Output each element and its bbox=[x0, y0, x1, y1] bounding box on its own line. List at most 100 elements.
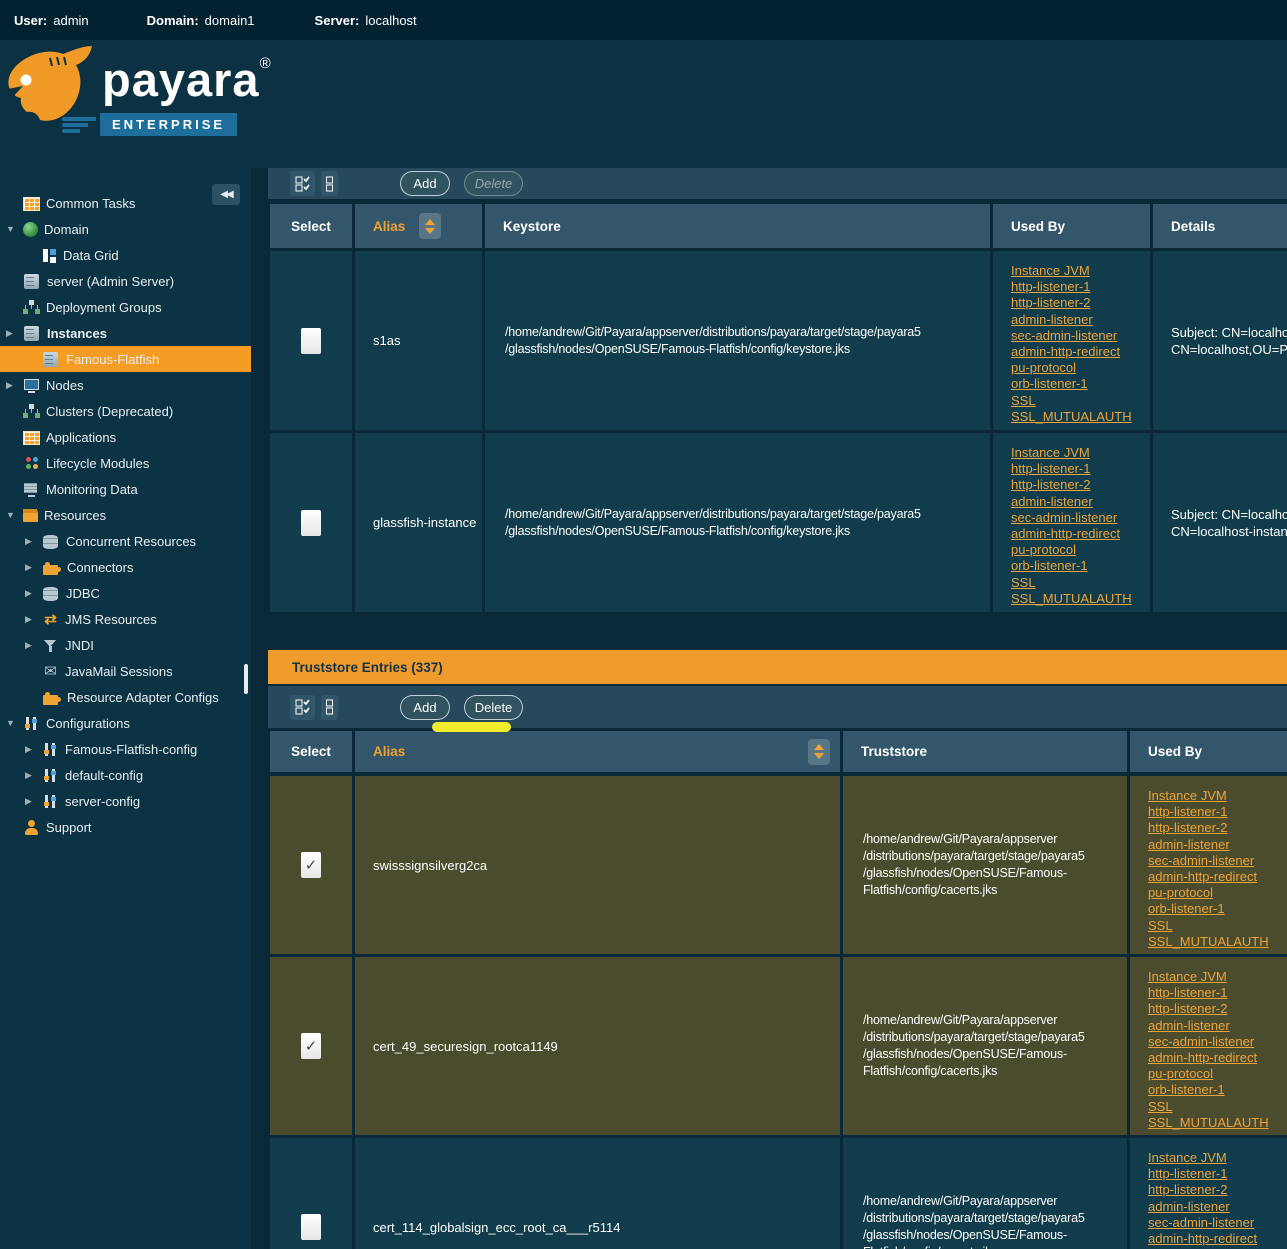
deselect-all-rows-button[interactable] bbox=[321, 695, 338, 720]
used-by-link-sec-admin-listener[interactable]: sec-admin-listener bbox=[1148, 1034, 1254, 1050]
used-by-link-ssl[interactable]: SSL bbox=[1148, 1099, 1173, 1115]
used-by-link-admin-http-redirect[interactable]: admin-http-redirect bbox=[1148, 1231, 1257, 1247]
used-by-link-http-listener-2[interactable]: http-listener-2 bbox=[1011, 477, 1090, 493]
used-by-link-admin-listener[interactable]: admin-listener bbox=[1011, 312, 1093, 328]
sidebar-item-jms-resources[interactable]: ▶⇄JMS Resources bbox=[0, 606, 251, 632]
alias-sort-button[interactable] bbox=[808, 739, 830, 765]
sidebar-item-connectors[interactable]: ▶Connectors bbox=[0, 554, 251, 580]
used-by-link-orb-listener-1[interactable]: orb-listener-1 bbox=[1011, 558, 1088, 574]
keystore-delete-button[interactable]: Delete bbox=[464, 171, 523, 196]
truststore-add-button[interactable]: Add bbox=[400, 695, 450, 720]
row-checkbox[interactable]: ✓ bbox=[301, 852, 321, 878]
alias-sort-button[interactable] bbox=[419, 213, 441, 239]
used-by-link-ssl[interactable]: SSL bbox=[1011, 393, 1036, 409]
used-by-link-http-listener-1[interactable]: http-listener-1 bbox=[1148, 1166, 1227, 1182]
sidebar-item-server-config[interactable]: ▶server-config bbox=[0, 788, 251, 814]
used-by-link-instance-jvm[interactable]: Instance JVM bbox=[1148, 1150, 1227, 1166]
used-by-link-pu-protocol[interactable]: pu-protocol bbox=[1011, 360, 1076, 376]
sidebar-item-lifecycle-modules[interactable]: Lifecycle Modules bbox=[0, 450, 251, 476]
deselect-all-rows-button[interactable] bbox=[321, 171, 338, 196]
sidebar-item-resource-adapter-configs[interactable]: Resource Adapter Configs bbox=[0, 684, 251, 710]
used-by-link-orb-listener-1[interactable]: orb-listener-1 bbox=[1011, 376, 1088, 392]
select-all-rows-button[interactable] bbox=[290, 695, 315, 720]
used-by-link-instance-jvm[interactable]: Instance JVM bbox=[1148, 788, 1227, 804]
used-by-link-admin-http-redirect[interactable]: admin-http-redirect bbox=[1011, 344, 1120, 360]
used-by-link-admin-http-redirect[interactable]: admin-http-redirect bbox=[1148, 1050, 1257, 1066]
sidebar-collapse-button[interactable]: ◀◀ bbox=[212, 184, 240, 205]
used-by-link-admin-listener[interactable]: admin-listener bbox=[1148, 1199, 1230, 1215]
sidebar-item-jndi[interactable]: ▶JNDI bbox=[0, 632, 251, 658]
used-by-link-ssl[interactable]: SSL bbox=[1148, 918, 1173, 934]
sidebar-item-monitoring-data[interactable]: Monitoring Data bbox=[0, 476, 251, 502]
sidebar-item-default-config[interactable]: ▶default-config bbox=[0, 762, 251, 788]
sidebar-item-resources[interactable]: ▼Resources bbox=[0, 502, 251, 528]
row-checkbox[interactable] bbox=[301, 510, 321, 536]
used-by-link-ssl-mutualauth[interactable]: SSL_MUTUALAUTH bbox=[1148, 934, 1269, 950]
tree-collapsed-arrow-icon[interactable]: ▶ bbox=[25, 796, 42, 807]
sidebar-item-deployment-groups[interactable]: Deployment Groups bbox=[0, 294, 251, 320]
used-by-link-sec-admin-listener[interactable]: sec-admin-listener bbox=[1148, 853, 1254, 869]
tree-collapsed-arrow-icon[interactable]: ▶ bbox=[25, 536, 42, 547]
tree-expanded-arrow-icon[interactable]: ▼ bbox=[6, 224, 23, 234]
used-by-link-sec-admin-listener[interactable]: sec-admin-listener bbox=[1011, 328, 1117, 344]
used-by-link-http-listener-2[interactable]: http-listener-2 bbox=[1148, 820, 1227, 836]
tree-collapsed-arrow-icon[interactable]: ▶ bbox=[25, 562, 42, 573]
tree-collapsed-arrow-icon[interactable]: ▶ bbox=[25, 640, 42, 651]
used-by-link-orb-listener-1[interactable]: orb-listener-1 bbox=[1148, 1082, 1225, 1098]
sidebar-scrollbar-thumb[interactable] bbox=[244, 664, 248, 694]
tree-expanded-arrow-icon[interactable]: ▼ bbox=[6, 718, 23, 728]
used-by-link-http-listener-1[interactable]: http-listener-1 bbox=[1011, 461, 1090, 477]
sidebar-item-nodes[interactable]: ▶Nodes bbox=[0, 372, 251, 398]
sidebar-item-configurations[interactable]: ▼Configurations bbox=[0, 710, 251, 736]
used-by-link-admin-listener[interactable]: admin-listener bbox=[1011, 494, 1093, 510]
sidebar-item-support[interactable]: Support bbox=[0, 814, 251, 840]
used-by-link-orb-listener-1[interactable]: orb-listener-1 bbox=[1148, 901, 1225, 917]
tree-collapsed-arrow-icon[interactable]: ▶ bbox=[25, 770, 42, 781]
sidebar-item-domain[interactable]: ▼Domain bbox=[0, 216, 251, 242]
used-by-link-ssl[interactable]: SSL bbox=[1011, 575, 1036, 591]
used-by-link-admin-listener[interactable]: admin-listener bbox=[1148, 1018, 1230, 1034]
select-all-rows-button[interactable] bbox=[290, 171, 315, 196]
used-by-link-instance-jvm[interactable]: Instance JVM bbox=[1011, 263, 1090, 279]
used-by-link-instance-jvm[interactable]: Instance JVM bbox=[1148, 969, 1227, 985]
used-by-link-sec-admin-listener[interactable]: sec-admin-listener bbox=[1148, 1215, 1254, 1231]
tree-collapsed-arrow-icon[interactable]: ▶ bbox=[25, 744, 42, 755]
used-by-link-admin-http-redirect[interactable]: admin-http-redirect bbox=[1148, 869, 1257, 885]
used-by-link-instance-jvm[interactable]: Instance JVM bbox=[1011, 445, 1090, 461]
keystore-add-button[interactable]: Add bbox=[400, 171, 450, 196]
tree-collapsed-arrow-icon[interactable]: ▶ bbox=[6, 328, 23, 339]
row-checkbox[interactable]: ✓ bbox=[301, 1033, 321, 1059]
used-by-link-pu-protocol[interactable]: pu-protocol bbox=[1148, 1066, 1213, 1082]
sidebar-item-famous-flatfish-config[interactable]: ▶Famous-Flatfish-config bbox=[0, 736, 251, 762]
sidebar-item-jdbc[interactable]: ▶JDBC bbox=[0, 580, 251, 606]
used-by-link-http-listener-2[interactable]: http-listener-2 bbox=[1148, 1182, 1227, 1198]
sidebar-item-server-admin-server[interactable]: server (Admin Server) bbox=[0, 268, 251, 294]
sidebar-item-instances[interactable]: ▶Instances bbox=[0, 320, 251, 346]
used-by-link-ssl-mutualauth[interactable]: SSL_MUTUALAUTH bbox=[1011, 591, 1132, 607]
tree-expanded-arrow-icon[interactable]: ▼ bbox=[6, 510, 23, 520]
used-by-link-admin-http-redirect[interactable]: admin-http-redirect bbox=[1011, 526, 1120, 542]
used-by-link-http-listener-1[interactable]: http-listener-1 bbox=[1148, 985, 1227, 1001]
used-by-link-http-listener-2[interactable]: http-listener-2 bbox=[1148, 1001, 1227, 1017]
sidebar-item-applications[interactable]: Applications bbox=[0, 424, 251, 450]
sidebar-item-concurrent-resources[interactable]: ▶Concurrent Resources bbox=[0, 528, 251, 554]
tree-collapsed-arrow-icon[interactable]: ▶ bbox=[25, 614, 42, 625]
used-by-link-pu-protocol[interactable]: pu-protocol bbox=[1011, 542, 1076, 558]
sidebar-item-clusters-deprecated[interactable]: Clusters (Deprecated) bbox=[0, 398, 251, 424]
sidebar-item-famous-flatfish[interactable]: Famous-Flatfish bbox=[0, 346, 251, 372]
truststore-delete-button[interactable]: Delete bbox=[464, 695, 523, 720]
row-checkbox[interactable] bbox=[301, 1214, 321, 1240]
used-by-link-http-listener-1[interactable]: http-listener-1 bbox=[1011, 279, 1090, 295]
used-by-link-http-listener-2[interactable]: http-listener-2 bbox=[1011, 295, 1090, 311]
used-by-link-admin-listener[interactable]: admin-listener bbox=[1148, 837, 1230, 853]
sidebar-item-data-grid[interactable]: Data Grid bbox=[0, 242, 251, 268]
sidebar-item-javamail-sessions[interactable]: ✉JavaMail Sessions bbox=[0, 658, 251, 684]
used-by-link-http-listener-1[interactable]: http-listener-1 bbox=[1148, 804, 1227, 820]
used-by-link-ssl-mutualauth[interactable]: SSL_MUTUALAUTH bbox=[1148, 1115, 1269, 1131]
used-by-link-pu-protocol[interactable]: pu-protocol bbox=[1148, 885, 1213, 901]
used-by-link-sec-admin-listener[interactable]: sec-admin-listener bbox=[1011, 510, 1117, 526]
tree-collapsed-arrow-icon[interactable]: ▶ bbox=[6, 380, 23, 391]
used-by-link-ssl-mutualauth[interactable]: SSL_MUTUALAUTH bbox=[1011, 409, 1132, 425]
tree-collapsed-arrow-icon[interactable]: ▶ bbox=[25, 588, 42, 599]
row-checkbox[interactable] bbox=[301, 328, 321, 354]
